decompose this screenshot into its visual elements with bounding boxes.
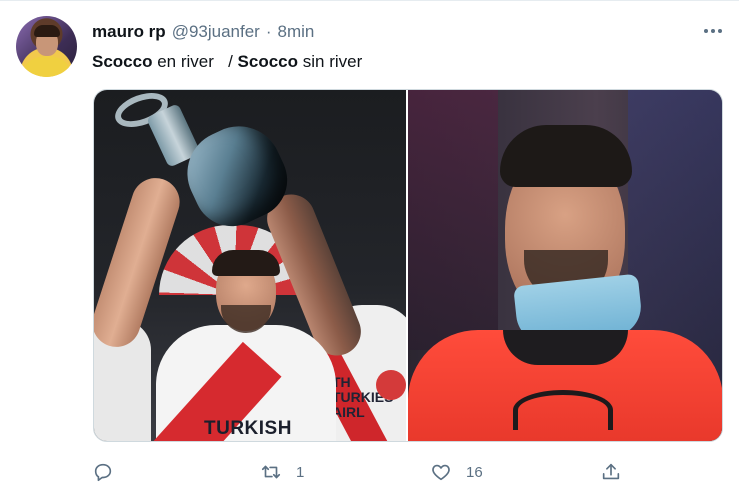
tweet-media[interactable]: TH TURKIES AIRL TURKISH: [93, 89, 723, 442]
player-hair: [212, 250, 280, 276]
player-hair: [500, 125, 632, 187]
more-dot: [711, 29, 715, 33]
text-rest-1: en river: [152, 52, 214, 71]
avatar-shirt: [24, 56, 70, 77]
retweet-count: 1: [296, 463, 305, 481]
heart-icon: [432, 464, 450, 481]
timestamp[interactable]: 8min: [278, 22, 315, 42]
more-options-icon[interactable]: [702, 23, 724, 39]
shirt-collar: [503, 330, 628, 365]
more-dot: [704, 29, 708, 33]
text-rest-2: sin river: [298, 52, 363, 71]
avatar[interactable]: [16, 16, 77, 77]
reply-button[interactable]: [92, 457, 114, 487]
tweet[interactable]: mauro rp @93juanfer · 8min Scocco en riv…: [0, 0, 739, 500]
like-count: 16: [466, 463, 483, 481]
tweet-text: Scocco en river / Scocco sin river: [92, 51, 362, 73]
photo-scocco-en-river[interactable]: TH TURKIES AIRL TURKISH: [94, 90, 406, 441]
jersey-sponsor-text: TURKISH: [204, 418, 292, 439]
share-icon: [602, 463, 620, 480]
reply-icon: [94, 463, 112, 482]
bib-logo: [513, 390, 613, 430]
tweet-header: mauro rp @93juanfer · 8min: [92, 21, 314, 43]
retweet-icon: [261, 465, 281, 479]
spectator: [376, 370, 406, 400]
tweet-actions: 1 16: [92, 457, 632, 487]
author-handle[interactable]: @93juanfer: [172, 22, 260, 42]
retweet-button[interactable]: 1: [260, 457, 304, 487]
text-bold-1: Scocco: [92, 52, 153, 71]
like-button[interactable]: 16: [430, 457, 483, 487]
avatar-hair: [34, 25, 60, 37]
background-panel: [408, 90, 498, 350]
text-spacer: /: [213, 52, 238, 71]
author-name[interactable]: mauro rp: [92, 22, 166, 42]
share-button[interactable]: [600, 457, 622, 487]
separator-dot: ·: [265, 22, 272, 41]
photo-scocco-sin-river[interactable]: [408, 90, 722, 441]
more-dot: [718, 29, 722, 33]
text-bold-2: Scocco: [237, 52, 299, 71]
